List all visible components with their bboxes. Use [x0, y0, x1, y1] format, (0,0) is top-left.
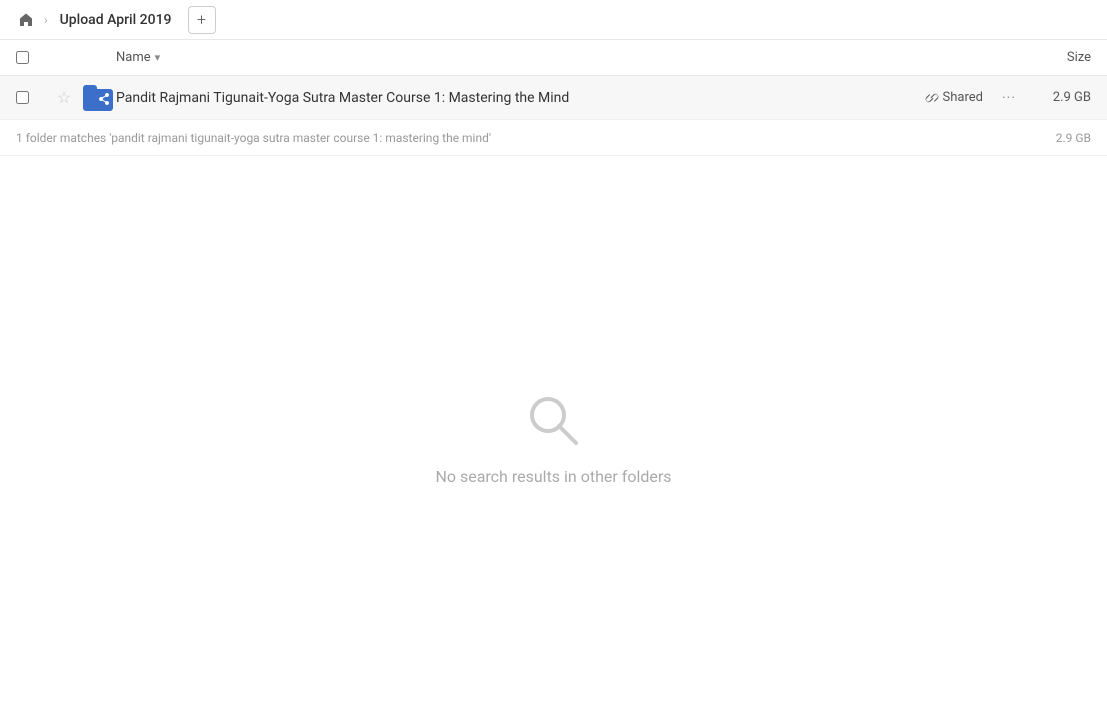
- shared-badge: Shared: [925, 90, 983, 105]
- matches-info-row: 1 folder matches 'pandit rajmani tigunai…: [0, 120, 1107, 156]
- matches-size: 2.9 GB: [1056, 131, 1091, 145]
- select-all-checkbox[interactable]: [16, 51, 29, 64]
- folder-row[interactable]: ☆ Pandit Rajmani Tigunait-Yoga Sutra Mas…: [0, 76, 1107, 120]
- empty-state: No search results in other folders: [0, 156, 1107, 720]
- folder-icon-area: [80, 85, 116, 111]
- no-results-search-icon: [524, 391, 584, 451]
- breadcrumb-folder[interactable]: Upload April 2019: [52, 8, 180, 32]
- star-button[interactable]: ☆: [48, 88, 80, 107]
- header-checkbox[interactable]: [16, 51, 48, 64]
- add-button[interactable]: +: [188, 6, 216, 34]
- more-options-button[interactable]: ···: [995, 84, 1023, 112]
- no-results-message: No search results in other folders: [435, 467, 671, 486]
- column-header-row: Name ▾ Size: [0, 40, 1107, 76]
- star-icon: ☆: [57, 88, 71, 107]
- column-size-header: Size: [1011, 50, 1091, 65]
- breadcrumb-chevron: ›: [44, 13, 48, 27]
- row-checkbox[interactable]: [16, 91, 29, 104]
- home-button[interactable]: [12, 6, 40, 34]
- sort-arrow-icon: ▾: [155, 51, 161, 64]
- row-checkbox-area[interactable]: [16, 91, 48, 104]
- folder-share-icon: [98, 93, 110, 108]
- matches-text: 1 folder matches 'pandit rajmani tigunai…: [16, 131, 1056, 145]
- file-size: 2.9 GB: [1031, 90, 1091, 105]
- column-name-header[interactable]: Name ▾: [116, 50, 1011, 65]
- breadcrumb-bar: › Upload April 2019 +: [0, 0, 1107, 40]
- link-icon: [925, 91, 939, 105]
- folder-icon: [83, 85, 113, 111]
- folder-name: Pandit Rajmani Tigunait-Yoga Sutra Maste…: [116, 90, 925, 106]
